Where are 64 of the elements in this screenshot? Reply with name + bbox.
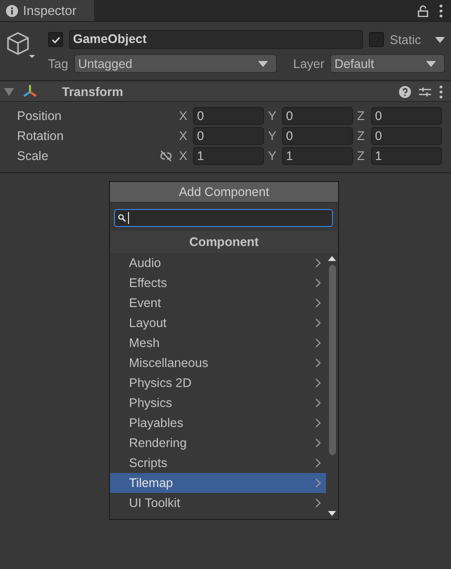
settings-icon[interactable] [419,86,431,98]
transform-title: Transform [62,84,124,98]
info-icon [6,4,18,16]
more-icon[interactable] [439,4,443,18]
dropdown-arrow-icon [258,60,268,66]
more-icon[interactable] [439,84,443,98]
menu-item[interactable]: Layout [110,313,326,333]
number-field[interactable]: 0 [193,127,264,145]
search-field[interactable] [114,209,333,227]
number-field[interactable]: 1 [282,147,353,165]
axis-label: Y [268,129,278,143]
axis-label: Y [268,149,278,163]
axis-label: Z [357,129,366,143]
category-header: Component [110,231,338,253]
name-field[interactable]: GameObject [69,30,363,49]
axis-label: Y [268,109,278,123]
foldout-icon[interactable] [4,86,14,96]
menu-item[interactable]: Mesh [110,333,326,353]
number-field[interactable]: 0 [371,127,442,145]
menu-item[interactable]: Miscellaneous [110,353,326,373]
axis-label: X [179,109,188,123]
axis-label: Z [357,109,366,123]
dropdown-icon[interactable] [435,36,445,42]
check-icon [50,34,60,44]
help-icon[interactable] [399,86,411,98]
number-field[interactable]: 0 [193,107,264,125]
inspector-tab[interactable]: Inspector [0,0,94,21]
lock-icon[interactable] [417,4,429,16]
tag-label: Tag [48,56,68,70]
dropdown-arrow-icon [426,60,436,66]
menu-item[interactable]: Tilemap [110,473,326,493]
property-label: Position [17,109,62,123]
active-checkbox[interactable] [48,32,63,47]
static-checkbox[interactable] [368,32,384,47]
menu-item[interactable]: Playables [110,413,326,433]
axes-icon [22,84,38,100]
axis-label: Z [357,149,366,163]
number-field[interactable]: 1 [193,147,264,165]
search-icon [118,214,126,222]
number-field[interactable]: 0 [282,107,353,125]
menu-item[interactable]: Physics [110,393,326,413]
axis-label: X [179,149,188,163]
axis-label: X [179,129,188,143]
scroll-up-icon[interactable] [328,256,336,261]
unlinked-icon[interactable] [159,150,173,162]
menu-item[interactable]: Rendering [110,433,326,453]
menu-item[interactable]: Effects [110,273,326,293]
menu-item[interactable]: Physics 2D [110,373,326,393]
menu-item[interactable]: Scripts [110,453,326,473]
layer-dropdown[interactable]: Default [330,54,445,73]
number-field[interactable]: 1 [371,147,442,165]
scroll-down-icon[interactable] [328,511,336,516]
static-label: Static [390,32,421,46]
menu-item[interactable]: UI Toolkit [110,493,326,513]
property-label: Rotation [17,129,65,143]
tag-dropdown[interactable]: Untagged [74,54,278,73]
number-field[interactable]: 0 [371,107,442,125]
property-label: Scale [17,149,50,163]
number-field[interactable]: 0 [282,127,353,145]
menu-item[interactable]: Event [110,293,326,313]
add-component-button[interactable]: Add Component [110,182,338,203]
menu-item[interactable]: Audio [110,253,326,273]
layer-label: Layer [293,56,324,70]
transform-header[interactable]: Transform [0,82,451,102]
